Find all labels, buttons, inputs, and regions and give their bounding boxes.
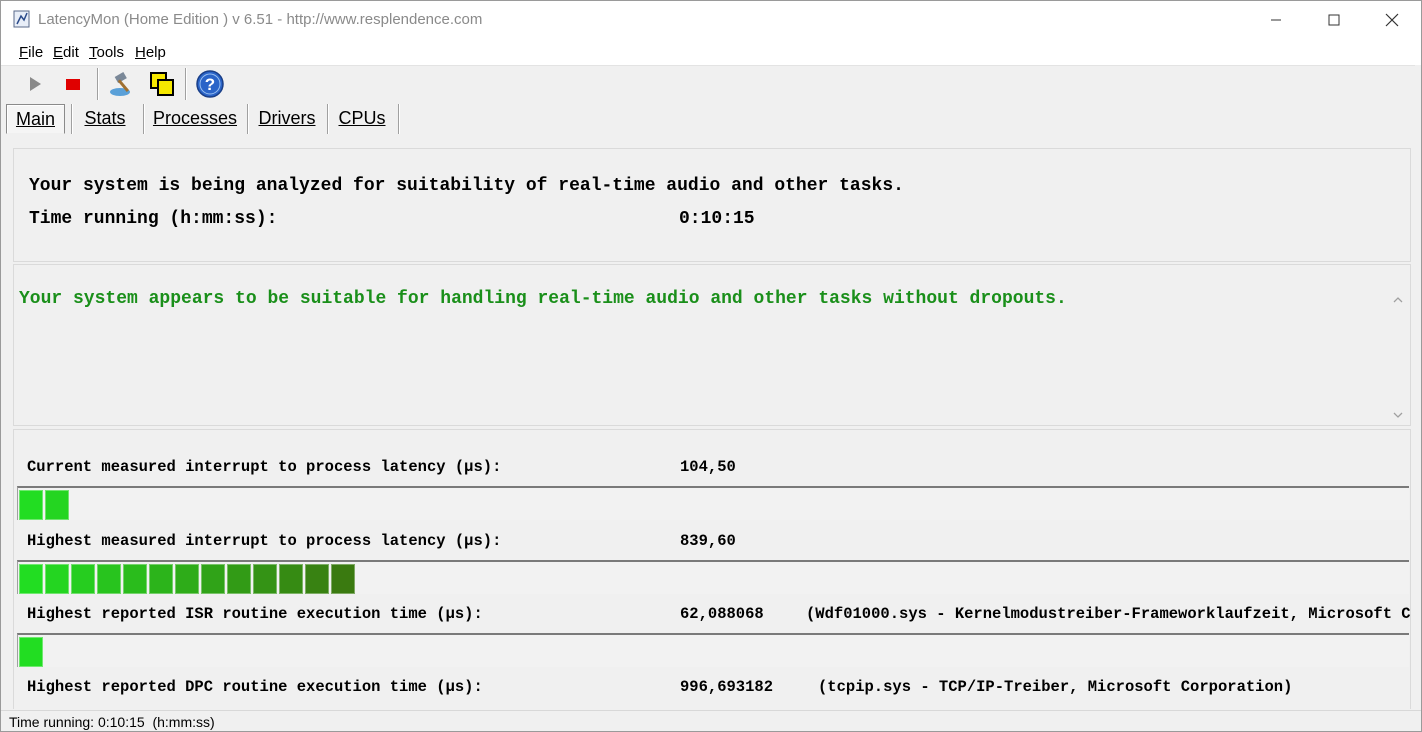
time-running-value: 0:10:15 xyxy=(679,209,755,229)
bar-segment xyxy=(19,564,43,594)
analysis-status-text: Your system is being analyzed for suitab… xyxy=(29,176,904,196)
highest-latency-value: 839,60 xyxy=(680,532,736,550)
bar-segment xyxy=(45,490,69,520)
tab-stats[interactable]: Stats xyxy=(77,104,133,132)
svg-text:?: ? xyxy=(205,75,215,94)
menu-tools-accel: T xyxy=(89,44,97,61)
maximize-icon xyxy=(1328,14,1340,26)
window-title: LatencyMon (Home Edition ) v 6.51 - http… xyxy=(38,11,483,28)
dpc-driver-note: (tcpip.sys - TCP/IP-Treiber, Microsoft C… xyxy=(818,678,1293,696)
current-latency-label: Current measured interrupt to process la… xyxy=(27,458,502,476)
tab-drivers[interactable]: Drivers xyxy=(253,104,321,132)
isr-time-bar-fill xyxy=(19,637,45,667)
menu-edit-accel: E xyxy=(53,44,64,61)
bar-segment xyxy=(19,490,43,520)
toolbar-separator xyxy=(185,68,187,100)
current-latency-bar-fill xyxy=(19,490,71,520)
menu-help[interactable]: Help xyxy=(135,44,166,61)
menu-file-rest: ile xyxy=(28,44,44,61)
bar-segment xyxy=(253,564,277,594)
highest-latency-bar xyxy=(17,560,1409,594)
bar-segment xyxy=(175,564,199,594)
tab-bar: Main Stats Processes Drivers CPUs xyxy=(1,102,1421,136)
help-icon: ? xyxy=(196,70,224,98)
isr-driver-note: (Wdf01000.sys - Kernelmodustreiber-Frame… xyxy=(806,605,1411,623)
stop-button[interactable] xyxy=(58,69,88,99)
copy-button[interactable] xyxy=(147,69,177,99)
menu-file[interactable]: File xyxy=(19,44,43,61)
analyze-button[interactable] xyxy=(107,69,137,99)
tab-cpus[interactable]: CPUs xyxy=(333,104,391,132)
bar-segment xyxy=(97,564,121,594)
latencymon-window: LatencyMon (Home Edition ) v 6.51 - http… xyxy=(0,0,1422,732)
maximize-button[interactable] xyxy=(1305,1,1363,39)
tab-separator xyxy=(247,104,249,134)
scroll-down-icon[interactable] xyxy=(1392,408,1404,420)
status-text: Time running: 0:10:15 (h:mm:ss) xyxy=(9,714,215,730)
play-icon xyxy=(30,77,41,91)
window-right-edge xyxy=(1415,65,1421,710)
isr-time-label: Highest reported ISR routine execution t… xyxy=(27,605,483,623)
dpc-time-label: Highest reported DPC routine execution t… xyxy=(27,678,483,696)
tab-separator xyxy=(143,104,145,134)
stop-icon xyxy=(66,79,80,90)
menu-file-accel: F xyxy=(19,44,29,61)
start-button[interactable] xyxy=(20,69,50,99)
tab-separator xyxy=(398,104,400,134)
menu-help-rest: elp xyxy=(145,44,166,61)
isr-time-value: 62,088068 xyxy=(680,605,764,623)
menu-help-accel: H xyxy=(135,44,146,61)
app-icon xyxy=(13,10,31,28)
title-bar[interactable]: LatencyMon (Home Edition ) v 6.51 - http… xyxy=(1,1,1421,39)
bar-segment xyxy=(305,564,329,594)
close-button[interactable] xyxy=(1363,1,1421,39)
bar-segment xyxy=(71,564,95,594)
bar-segment xyxy=(227,564,251,594)
minimize-icon xyxy=(1271,19,1281,21)
isr-time-bar xyxy=(17,633,1409,667)
bar-segment xyxy=(279,564,303,594)
toolbar-separator xyxy=(97,68,99,100)
bar-segment xyxy=(19,637,43,667)
help-button[interactable]: ? xyxy=(195,69,225,99)
copy-icon xyxy=(150,72,174,96)
status-bar: Time running: 0:10:15 (h:mm:ss) xyxy=(1,710,1421,731)
bar-segment xyxy=(123,564,147,594)
menu-tools[interactable]: Tools xyxy=(89,44,124,61)
current-latency-value: 104,50 xyxy=(680,458,736,476)
verdict-text: Your system appears to be suitable for h… xyxy=(19,289,1067,309)
dpc-time-value: 996,693182 xyxy=(680,678,774,696)
scroll-up-icon[interactable] xyxy=(1392,293,1404,305)
menu-edit[interactable]: Edit xyxy=(53,44,79,61)
tab-main[interactable]: Main xyxy=(6,104,65,134)
tab-separator xyxy=(71,104,73,134)
menu-bar: File Edit Tools Help xyxy=(1,39,1421,66)
bar-segment xyxy=(149,564,173,594)
toolbar: ? xyxy=(1,66,1421,102)
bar-segment xyxy=(201,564,225,594)
highest-latency-bar-fill xyxy=(19,564,357,594)
tab-processes[interactable]: Processes xyxy=(149,104,241,132)
metrics-panel: Current measured interrupt to process la… xyxy=(13,429,1411,709)
menu-tools-rest: ools xyxy=(96,44,125,61)
minimize-button[interactable] xyxy=(1247,1,1305,39)
verdict-panel[interactable]: Your system appears to be suitable for h… xyxy=(13,264,1411,426)
current-latency-bar xyxy=(17,486,1409,520)
menu-edit-rest: dit xyxy=(63,44,79,61)
time-running-label: Time running (h:mm:ss): xyxy=(29,209,278,229)
highest-latency-label: Highest measured interrupt to process la… xyxy=(27,532,502,550)
gavel-icon xyxy=(110,72,130,96)
bar-segment xyxy=(45,564,69,594)
summary-panel: Your system is being analyzed for suitab… xyxy=(13,148,1411,262)
tab-separator xyxy=(327,104,329,134)
bar-segment xyxy=(331,564,355,594)
close-icon xyxy=(1385,13,1399,27)
